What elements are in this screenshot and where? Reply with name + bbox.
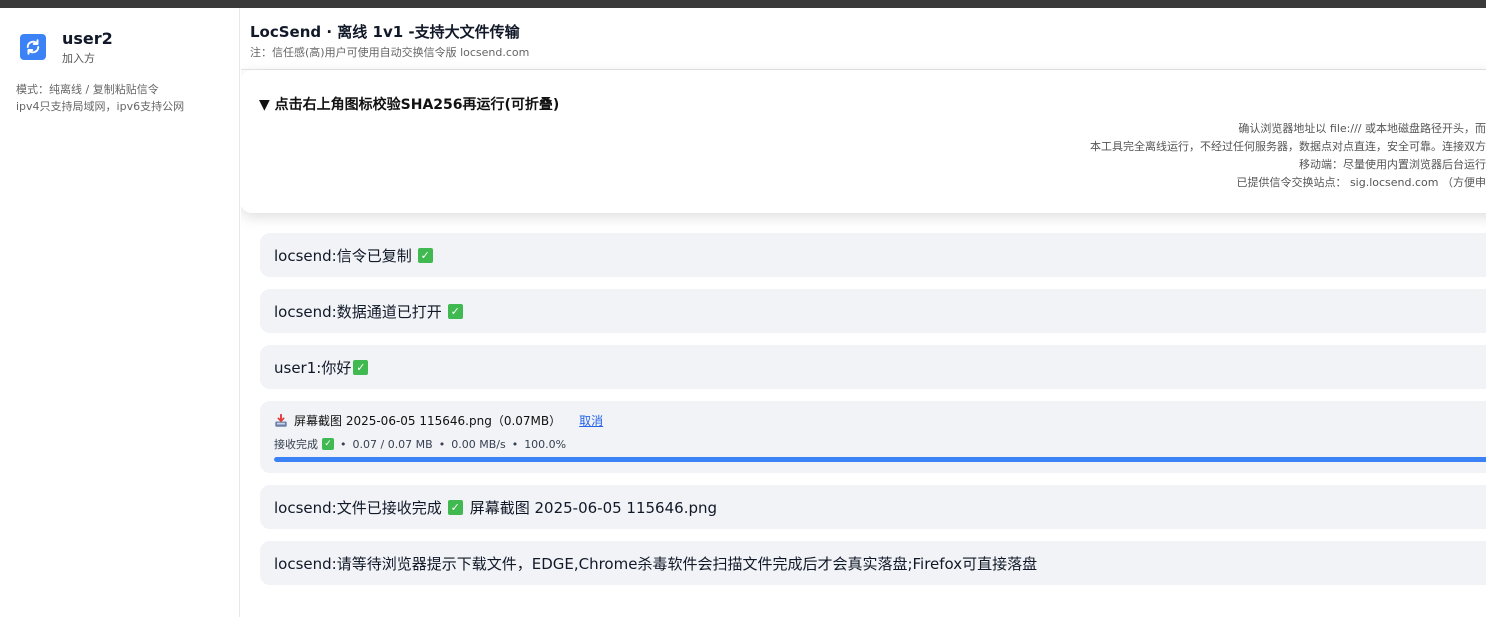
window-top-bar: [0, 0, 1486, 8]
verify-line: 确认浏览器地址以 file:/// 或本地磁盘路径开头，而: [1238, 122, 1486, 135]
verify-line: 已提供信令交换站点： sig.locsend.com （方便申: [1236, 176, 1486, 189]
header-note: 注：信任感(高)用户可使用自动交换信令版 locsend.com: [250, 46, 530, 59]
user-info: user2 加入方: [20, 30, 113, 66]
message-item: locsend:文件已接收完成 ✓ 屏幕截图 2025-06-05 115646…: [260, 485, 1486, 529]
received-file-name: 屏幕截图 2025-06-05 115646.png: [469, 498, 718, 517]
verify-panel: ▼ 点击右上角图标校验SHA256再运行(可折叠) 确认浏览器地址以 file:…: [241, 70, 1486, 213]
sidebar: user2 加入方 模式：纯离线 / 复制粘贴信令 ipv4只支持局域网，ipv…: [0, 8, 240, 617]
progress-fill: [274, 457, 1486, 462]
mode-info: 模式：纯离线 / 复制粘贴信令 ipv4只支持局域网，ipv6支持公网: [16, 81, 184, 115]
check-icon: ✓: [417, 247, 433, 263]
mode-line: 模式：纯离线 / 复制粘贴信令: [16, 83, 159, 96]
file-transfer-card: 屏幕截图 2025-06-05 115646.png（0.07MB） 取消 接收…: [260, 401, 1486, 473]
message-item: locsend:数据通道已打开 ✓: [260, 289, 1486, 333]
message-text: locsend:文件已接收完成: [274, 498, 442, 517]
user-role: 加入方: [62, 52, 95, 65]
message-item: user1:你好 ✓: [260, 345, 1486, 389]
message-item: locsend:信令已复制 ✓: [260, 233, 1486, 277]
cancel-link[interactable]: 取消: [579, 412, 603, 429]
message-list: locsend:信令已复制 ✓ locsend:数据通道已打开 ✓ user1:…: [260, 233, 1486, 597]
message-text: locsend:信令已复制: [274, 246, 412, 265]
verify-line: 移动端：尽量使用内置浏览器后台运行: [1299, 158, 1486, 171]
separator: •: [511, 437, 519, 451]
main-panel: LocSend · 离线 1v1 -支持大文件传输 注：信任感(高)用户可使用自…: [241, 8, 1486, 617]
verify-toggle[interactable]: ▼ 点击右上角图标校验SHA256再运行(可折叠): [259, 94, 559, 114]
separator: •: [340, 437, 347, 451]
separator: •: [438, 437, 446, 451]
verify-line: 本工具完全离线运行，不经过任何服务器，数据点对点直连，安全可靠。连接双方: [1090, 140, 1486, 153]
message-text: locsend:数据通道已打开: [274, 302, 442, 321]
progress-bar: [274, 457, 1486, 462]
status-label: 接收完成: [274, 438, 318, 451]
inbox-download-icon: [274, 413, 288, 428]
transfer-speed: 0.00 MB/s: [451, 437, 506, 451]
message-text: locsend:请等待浏览器提示下载文件，EDGE,Chrome杀毒软件会扫描文…: [274, 554, 1038, 573]
transferred-size: 0.07 / 0.07 MB: [352, 437, 433, 451]
transfer-percent: 100.0%: [524, 437, 567, 451]
sync-icon: [20, 34, 46, 60]
user-name: user2: [62, 29, 113, 48]
page-title: LocSend · 离线 1v1 -支持大文件传输: [250, 23, 520, 41]
message-text: user1:你好: [274, 358, 352, 377]
network-line: ipv4只支持局域网，ipv6支持公网: [16, 100, 185, 113]
transfer-status: 接收完成 ✓ • 0.07 / 0.07 MB • 0.00 MB/s • 10…: [274, 436, 566, 452]
file-name: 屏幕截图 2025-06-05 115646.png（0.07MB）: [294, 414, 562, 428]
header: LocSend · 离线 1v1 -支持大文件传输 注：信任感(高)用户可使用自…: [241, 8, 1486, 70]
message-item: locsend:请等待浏览器提示下载文件，EDGE,Chrome杀毒软件会扫描文…: [260, 541, 1486, 585]
check-icon: ✓: [447, 499, 463, 515]
check-icon: ✓: [353, 359, 369, 375]
check-icon: ✓: [447, 303, 463, 319]
verify-info: 确认浏览器地址以 file:/// 或本地磁盘路径开头，而 本工具完全离线运行，…: [241, 120, 1486, 192]
check-icon: ✓: [322, 438, 334, 450]
